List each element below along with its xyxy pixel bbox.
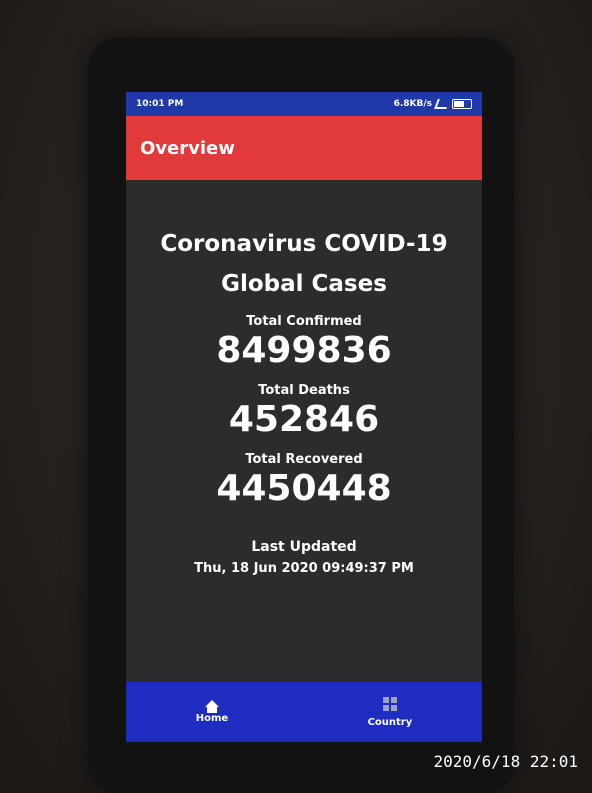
grid-icon xyxy=(382,696,397,711)
app-screen: 10:01 PM 6.8KB/s Overview Coronavirus CO… xyxy=(126,92,482,742)
heading-line-2: Global Cases xyxy=(221,271,387,297)
heading: Coronavirus COVID-19 Global Cases xyxy=(126,224,482,304)
nav-item-home-label: Home xyxy=(195,713,229,724)
home-icon xyxy=(204,700,219,713)
overview-content: Coronavirus COVID-19 Global Cases Total … xyxy=(126,224,482,576)
status-bar: 10:01 PM 6.8KB/s xyxy=(126,92,482,116)
page-title: Overview xyxy=(140,137,235,159)
deaths-label: Total Deaths xyxy=(258,383,350,398)
photo-timestamp: 2020/6/18 22:01 xyxy=(433,752,579,771)
battery-icon xyxy=(452,99,472,109)
app-bar: Overview xyxy=(126,116,482,180)
status-time: 10:01 PM xyxy=(136,99,184,109)
confirmed-value: 8499836 xyxy=(216,330,392,371)
last-updated-label: Last Updated xyxy=(251,539,357,555)
confirmed-label: Total Confirmed xyxy=(246,314,362,329)
deaths-value: 452846 xyxy=(228,399,380,440)
bottom-navigation: Home Country xyxy=(126,682,482,742)
nav-item-home[interactable]: Home xyxy=(196,700,228,724)
network-speed: 6.8KB/s xyxy=(393,99,432,109)
last-updated-value: Thu, 18 Jun 2020 09:49:37 PM xyxy=(194,561,414,576)
status-indicators: 6.8KB/s xyxy=(394,99,472,109)
recovered-value: 4450448 xyxy=(216,468,392,509)
recovered-label: Total Recovered xyxy=(245,452,363,467)
heading-line-1: Coronavirus COVID-19 xyxy=(160,231,448,257)
nav-item-country[interactable]: Country xyxy=(367,696,413,728)
nav-item-country-label: Country xyxy=(367,716,413,728)
signal-icon xyxy=(434,99,450,109)
